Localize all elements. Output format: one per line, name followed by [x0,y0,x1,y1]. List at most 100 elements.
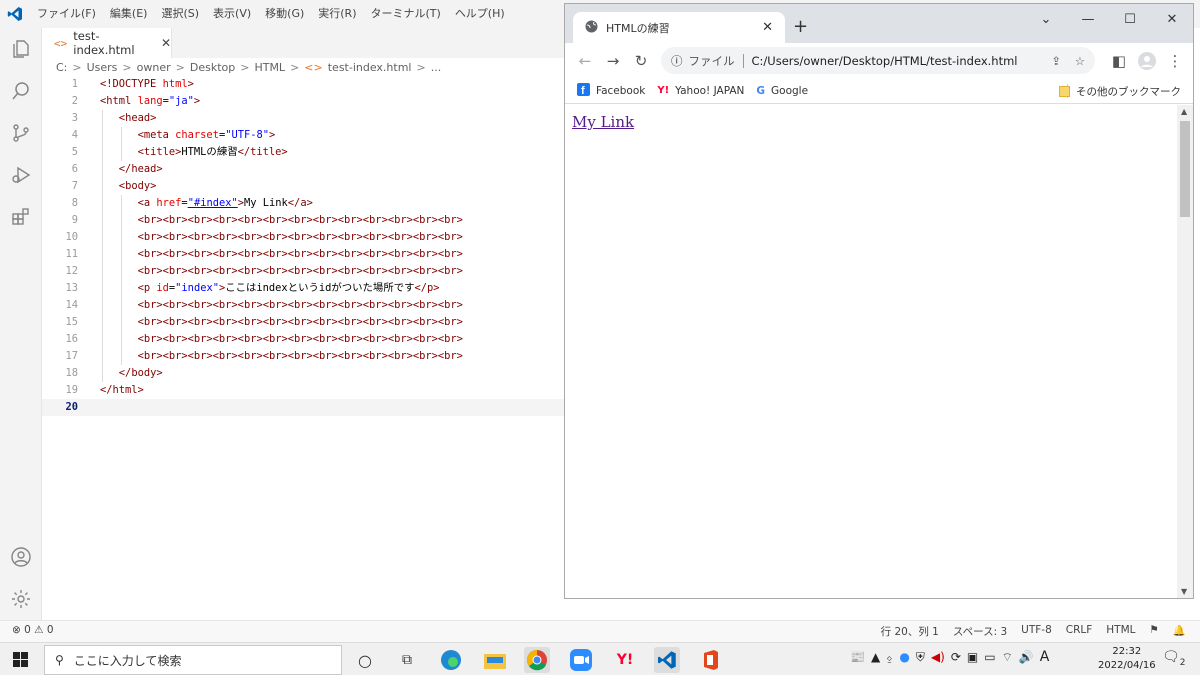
bookmark-star-icon[interactable]: ☆ [1075,54,1085,68]
action-center-icon[interactable]: 🗨2 [1162,649,1186,668]
profile-avatar[interactable] [1133,47,1161,75]
wifi-icon[interactable]: ⌔ [1002,650,1013,665]
chevron-right-icon: > [175,60,185,74]
ime-indicator[interactable]: A [1040,649,1050,665]
encoding-setting[interactable]: UTF-8 [1021,624,1052,639]
yahoo-app-icon[interactable]: Y! [612,647,638,673]
editor-tab[interactable]: <> test-index.html ✕ [42,28,172,58]
eol-setting[interactable]: CRLF [1066,624,1093,639]
menu-item[interactable]: 実行(R) [311,0,363,28]
notifications-bell-icon[interactable]: 🔔 [1173,624,1186,639]
code-line[interactable]: 20 [42,399,565,416]
zoom-icon[interactable] [568,647,594,673]
chrome-icon[interactable] [524,647,550,673]
code-token: My Link [244,197,288,209]
code-line[interactable]: 1 <!DOCTYPE html> [42,76,565,93]
forward-arrow-icon[interactable]: → [599,47,627,75]
account-icon[interactable] [0,536,42,578]
window-close-icon[interactable]: ✕ [1151,4,1193,34]
code-line[interactable]: 7 <body> [42,178,565,195]
breadcrumb-item[interactable]: ... [431,61,442,74]
code-line[interactable]: 3 <head> [42,110,565,127]
scrollbar-thumb[interactable] [1180,121,1190,217]
explorer-icon[interactable] [0,28,42,70]
edge-icon[interactable] [438,647,464,673]
url-text[interactable]: C:/Users/owner/Desktop/HTML/test-index.h… [752,54,1018,68]
sync-icon[interactable]: ⟳ [951,650,961,664]
feedback-icon[interactable]: ⚑ [1150,624,1159,639]
office-icon[interactable] [698,647,724,673]
breadcrumb-item[interactable]: C: [56,61,67,74]
breadcrumb-item[interactable]: Desktop [190,61,235,74]
source-control-icon[interactable] [0,112,42,154]
code-line[interactable]: 19 </html> [42,382,565,399]
google-drive-icon[interactable]: ▲ [871,650,880,664]
tab-close-icon[interactable]: ✕ [762,20,773,35]
scroll-up-arrow-icon[interactable]: ▲ [1181,107,1187,116]
zoom-tray-icon[interactable]: ● [899,650,909,664]
info-icon[interactable]: ⓘ [671,53,683,69]
menu-item[interactable]: 移動(G) [258,0,311,28]
breadcrumb-item[interactable]: HTML [254,61,285,74]
breadcrumb-item[interactable]: Users [87,61,118,74]
bookmark-yahoo[interactable]: Y! Yahoo! JAPAN [657,85,744,97]
code-line[interactable]: 18 </body> [42,365,565,382]
search-icon[interactable] [0,70,42,112]
my-link[interactable]: My Link [572,113,634,131]
other-bookmarks-folder[interactable]: その他のブックマーク [1059,84,1181,99]
security-icon[interactable]: ⛨ [916,650,925,665]
back-arrow-icon[interactable]: ← [571,47,599,75]
minimize-icon[interactable]: — [1067,4,1109,34]
vscode-taskbar-icon[interactable] [654,647,680,673]
indentation-setting[interactable]: スペース: 3 [953,624,1007,639]
share-icon[interactable]: ⇪ [1051,54,1061,68]
line-number: 3 [71,112,78,124]
chrome-tab[interactable]: HTMLの練習 ✕ [573,12,785,43]
menu-item[interactable]: ヘルプ(H) [448,0,512,28]
menu-item[interactable]: 編集(E) [103,0,155,28]
bookmark-facebook[interactable]: f Facebook [577,82,645,99]
reload-icon[interactable]: ↻ [627,47,655,75]
code-token: charset [175,129,219,141]
taskbar-search-box[interactable]: ⚲ ここに入力して検索 [44,645,342,675]
close-icon[interactable]: ✕ [161,36,171,50]
menu-item[interactable]: ファイル(F) [30,0,103,28]
run-debug-icon[interactable] [0,154,42,196]
language-mode[interactable]: HTML [1106,624,1135,639]
task-view-icon[interactable]: ⧉ [394,647,420,673]
tab-search-chevron-icon[interactable]: ⌄ [1025,4,1067,34]
file-explorer-icon[interactable] [482,647,508,673]
settings-gear-icon[interactable] [0,578,42,620]
bookmark-google[interactable]: G Google [756,85,808,97]
address-bar[interactable]: ⓘ ファイル C:/Users/owner/Desktop/HTML/test-… [661,47,1095,74]
news-widget-icon[interactable]: 📰 [850,650,865,664]
problems-indicator[interactable]: ⊗ 0 ⚠ 0 [12,624,54,636]
cursor-position[interactable]: 行 20、列 1 [881,624,939,639]
line-number: 15 [65,316,78,328]
speaker-icon[interactable]: 🔊 [1019,650,1034,664]
side-panel-icon[interactable]: ◧ [1105,47,1133,75]
new-tab-plus-icon[interactable]: + [793,16,808,37]
menu-item[interactable]: 表示(V) [206,0,258,28]
menu-item[interactable]: 選択(S) [154,0,206,28]
extensions-icon[interactable] [0,196,42,238]
battery-icon[interactable]: ▭ [984,650,995,664]
code-editor[interactable]: 1 <!DOCTYPE html> 2 <html lang="ja"> 3 <head>… [42,76,565,620]
code-text: <br><br><br><br><br><br><br><br><br><br>… [138,314,463,331]
menu-item[interactable]: ターミナル(T) [364,0,448,28]
chrome-menu-icon[interactable]: ⋮ [1161,47,1189,75]
app-tray-icon[interactable]: ▣ [967,650,978,664]
breadcrumb-item[interactable]: owner [137,61,171,74]
maximize-icon[interactable]: ☐ [1109,4,1151,34]
windows-start-icon[interactable] [8,647,34,673]
volume-red-icon[interactable]: ◀) [931,650,945,664]
code-line[interactable]: 2 <html lang="ja"> [42,93,565,110]
code-line[interactable]: 6 </head> [42,161,565,178]
page-scrollbar[interactable]: ▲ ▼ [1177,105,1193,598]
clock[interactable]: 22:32 2022/04/16 [1098,645,1156,673]
usb-icon[interactable]: ⍚ [886,650,893,665]
code-text: <meta charset="UTF-8"> [138,127,276,144]
cortana-icon[interactable]: ○ [352,647,378,673]
scroll-down-arrow-icon[interactable]: ▼ [1181,587,1187,596]
breadcrumb-item[interactable]: test-index.html [328,61,412,74]
